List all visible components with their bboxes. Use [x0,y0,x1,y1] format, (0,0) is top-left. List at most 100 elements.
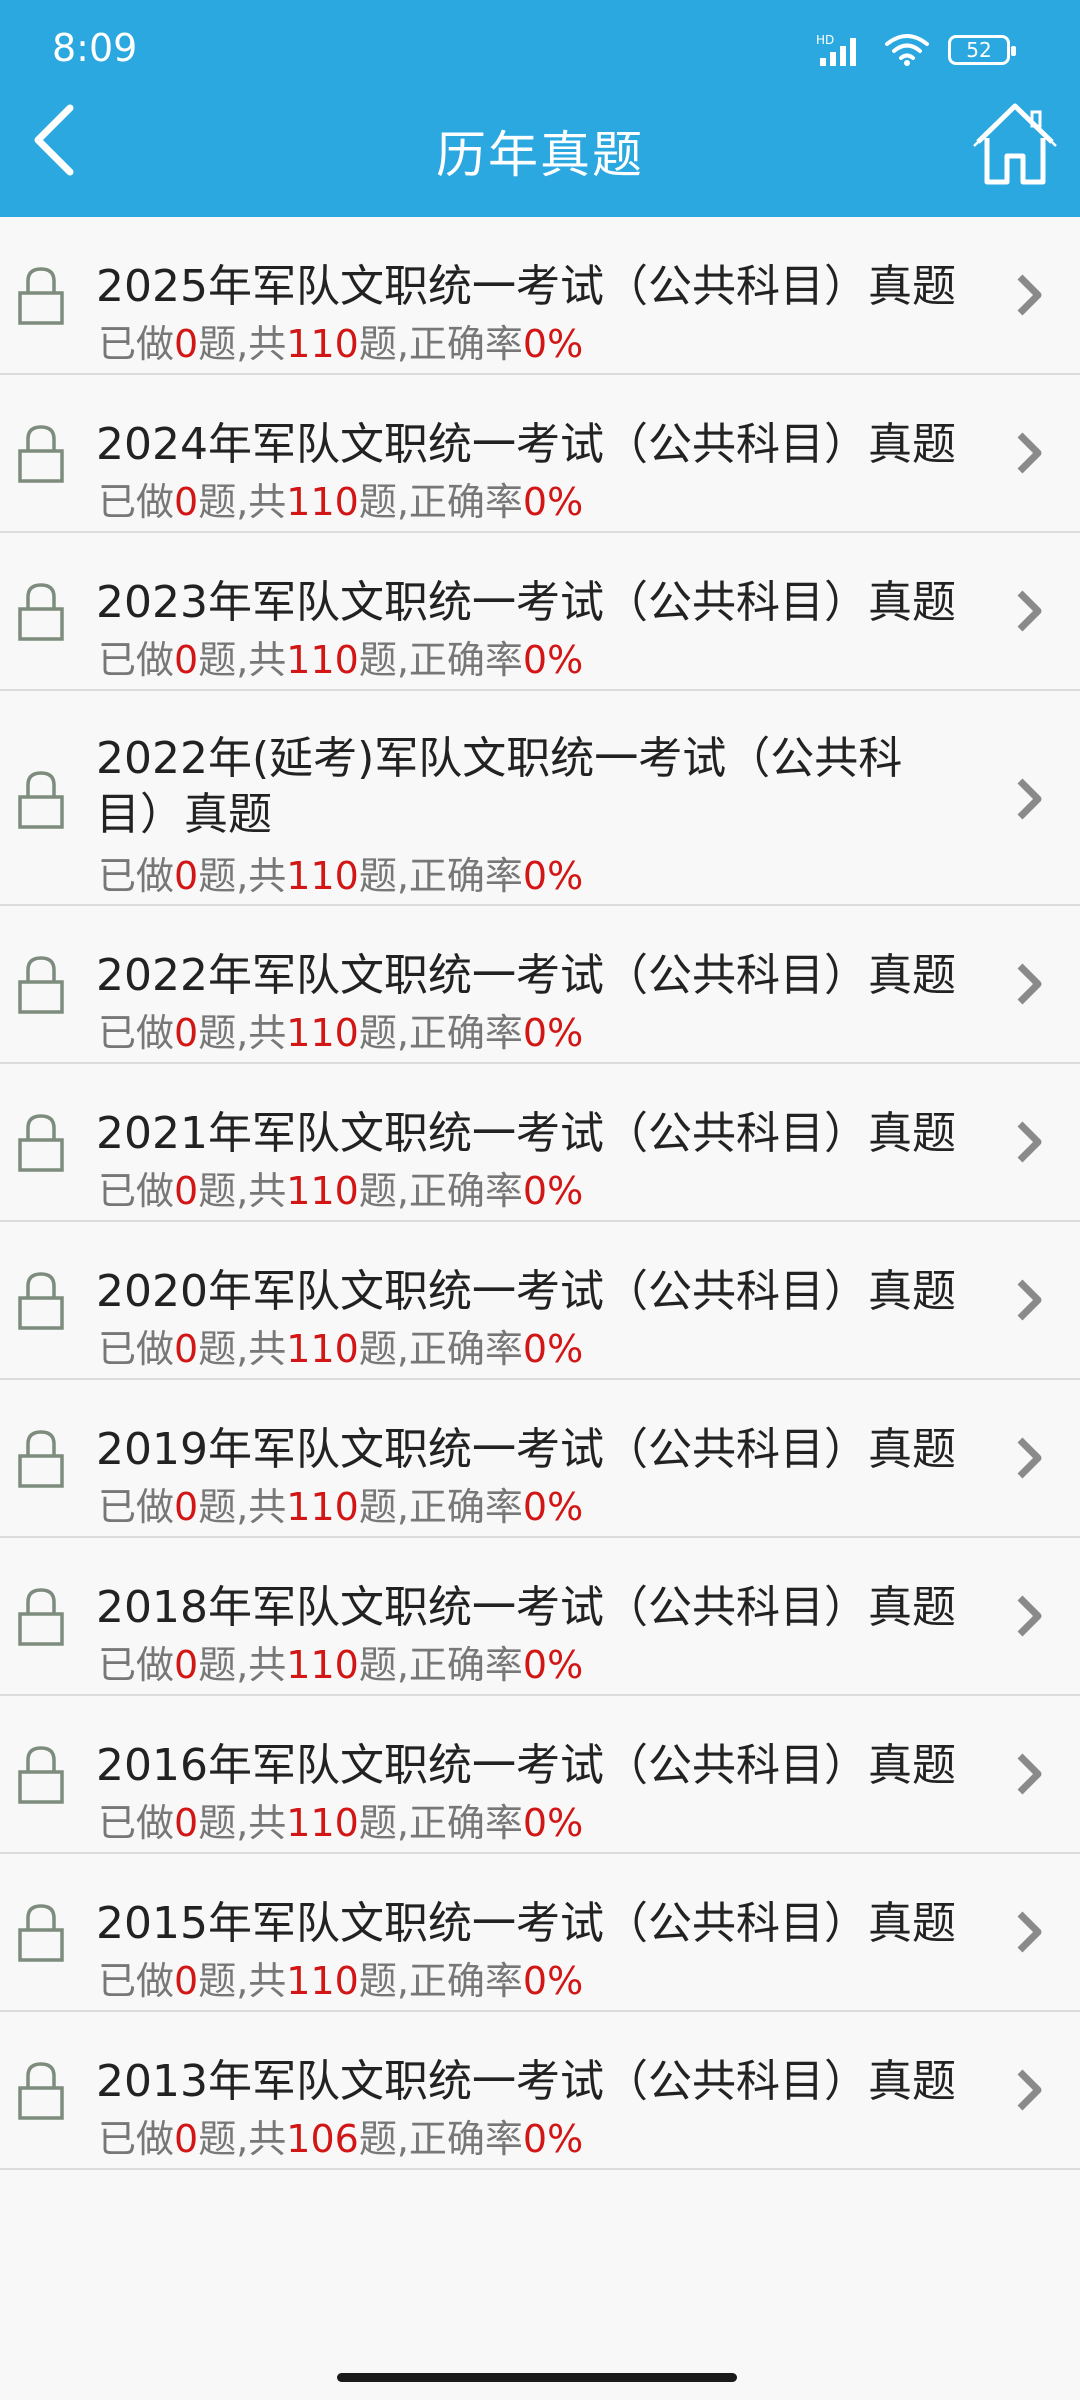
stats-total-suffix: 题,正确率 [358,1485,523,1529]
stats-done-count: 0 [174,322,199,366]
stats-accuracy: 0% [522,1011,584,1055]
lock-icon [18,956,64,1014]
stats-done-suffix: 题,共 [198,1643,287,1687]
stats-done-count: 0 [174,638,199,682]
stats-done-count: 0 [174,854,199,898]
stats-total-count: 110 [286,1327,359,1371]
chevron-right-icon [1017,2069,1042,2111]
exam-title: 2023年军队文职统一考试（公共科目）真题 [96,577,956,628]
stats-total-suffix: 题,正确率 [358,322,523,366]
stats-total-count: 110 [286,1011,359,1055]
stats-done-suffix: 题,共 [198,638,287,682]
stats-done-count: 0 [174,1801,199,1845]
status-icons: HD 52 [816,30,1016,70]
stats-done-prefix: 已做 [98,1485,175,1529]
exam-list-item[interactable]: 2024年军队文职统一考试（公共科目）真题 已做0题,共110题,正确率0% [0,375,1080,533]
stats-accuracy: 0% [522,480,584,524]
stats-done-suffix: 题,共 [198,480,287,524]
exam-list-item[interactable]: 2025年军队文职统一考试（公共科目）真题 已做0题,共110题,正确率0% [0,217,1080,375]
exam-list-item[interactable]: 2013年军队文职统一考试（公共科目）真题 已做0题,共106题,正确率0% [0,2012,1080,2170]
stats-total-count: 110 [286,1169,359,1213]
exam-stats: 已做0题,共110题,正确率0% [98,1318,583,1373]
stats-done-suffix: 题,共 [198,1801,287,1845]
exam-stats: 已做0题,共110题,正确率0% [98,1950,583,2005]
stats-done-prefix: 已做 [98,1801,175,1845]
chevron-right-icon [1017,432,1042,474]
stats-total-count: 110 [286,1485,359,1529]
stats-done-count: 0 [174,1959,199,2003]
stats-done-suffix: 题,共 [198,1169,287,1213]
chevron-right-icon [1017,1595,1042,1637]
stats-done-prefix: 已做 [98,638,175,682]
chevron-right-icon [1017,1911,1042,1953]
stats-done-prefix: 已做 [98,1327,175,1371]
exam-title: 2021年军队文职统一考试（公共科目）真题 [96,1108,956,1159]
exam-title: 2025年军队文职统一考试（公共科目）真题 [96,261,956,312]
stats-total-count: 110 [286,638,359,682]
stats-done-prefix: 已做 [98,1011,175,1055]
signal-label: HD [816,33,834,47]
exam-title: 2018年军队文职统一考试（公共科目）真题 [96,1582,956,1633]
chevron-right-icon [1017,1753,1042,1795]
lock-icon [18,2062,64,2120]
stats-done-count: 0 [174,1643,199,1687]
exam-title: 2019年军队文职统一考试（公共科目）真题 [96,1424,956,1475]
lock-icon [18,1114,64,1172]
exam-list: 2025年军队文职统一考试（公共科目）真题 已做0题,共110题,正确率0% 202… [0,217,1080,2170]
exam-stats: 已做0题,共110题,正确率0% [98,471,583,526]
stats-done-suffix: 题,共 [198,1011,287,1055]
exam-list-item[interactable]: 2021年军队文职统一考试（公共科目）真题 已做0题,共110题,正确率0% [0,1064,1080,1222]
stats-accuracy: 0% [522,2117,584,2161]
exam-stats: 已做0题,共110题,正确率0% [98,1792,583,1847]
chevron-right-icon [1017,963,1042,1005]
chevron-right-icon [1017,274,1042,316]
home-indicator[interactable] [337,2373,737,2382]
stats-accuracy: 0% [522,1643,584,1687]
app-header: 8:09 HD 52 历年真题 [0,0,1080,217]
chevron-right-icon [1017,1279,1042,1321]
stats-accuracy: 0% [522,1959,584,2003]
lock-icon [18,1746,64,1804]
stats-accuracy: 0% [522,854,584,898]
exam-title: 2013年军队文职统一考试（公共科目）真题 [96,2056,956,2107]
exam-stats: 已做0题,共110题,正确率0% [98,1160,583,1215]
chevron-right-icon [1017,778,1042,820]
stats-accuracy: 0% [522,1485,584,1529]
stats-total-suffix: 题,正确率 [358,1327,523,1371]
stats-done-prefix: 已做 [98,1959,175,2003]
status-time: 8:09 [52,26,138,70]
lock-icon [18,771,64,829]
exam-list-item[interactable]: 2020年军队文职统一考试（公共科目）真题 已做0题,共110题,正确率0% [0,1222,1080,1380]
stats-done-count: 0 [174,1169,199,1213]
wifi-icon [885,34,929,66]
stats-total-suffix: 题,正确率 [358,1643,523,1687]
lock-icon [18,1272,64,1330]
home-button[interactable] [970,98,1060,188]
stats-done-prefix: 已做 [98,1169,175,1213]
stats-total-suffix: 题,正确率 [358,1011,523,1055]
stats-done-suffix: 题,共 [198,854,287,898]
exam-list-item[interactable]: 2022年军队文职统一考试（公共科目）真题 已做0题,共110题,正确率0% [0,906,1080,1064]
stats-done-suffix: 题,共 [198,2117,287,2161]
lock-icon [18,583,64,641]
chevron-right-icon [1017,590,1042,632]
exam-title: 2022年军队文职统一考试（公共科目）真题 [96,950,956,1001]
exam-list-item[interactable]: 2023年军队文职统一考试（公共科目）真题 已做0题,共110题,正确率0% [0,533,1080,691]
lock-icon [18,1904,64,1962]
stats-done-suffix: 题,共 [198,322,287,366]
exam-list-item[interactable]: 2015年军队文职统一考试（公共科目）真题 已做0题,共110题,正确率0% [0,1854,1080,2012]
exam-title: 2024年军队文职统一考试（公共科目）真题 [96,419,956,470]
stats-done-suffix: 题,共 [198,1327,287,1371]
exam-list-item[interactable]: 2016年军队文职统一考试（公共科目）真题 已做0题,共110题,正确率0% [0,1696,1080,1854]
exam-list-item[interactable]: 2022年(延考)军队文职统一考试（公共科目）真题 已做0题,共110题,正确率0… [0,691,1080,906]
stats-accuracy: 0% [522,322,584,366]
stats-total-count: 106 [286,2117,359,2161]
exam-list-item[interactable]: 2018年军队文职统一考试（公共科目）真题 已做0题,共110题,正确率0% [0,1538,1080,1696]
stats-done-count: 0 [174,480,199,524]
stats-accuracy: 0% [522,1801,584,1845]
exam-stats: 已做0题,共110题,正确率0% [98,1476,583,1531]
battery-icon: 52 [948,35,1016,65]
stats-total-suffix: 题,正确率 [358,1801,523,1845]
stats-total-suffix: 题,正确率 [358,2117,523,2161]
exam-list-item[interactable]: 2019年军队文职统一考试（公共科目）真题 已做0题,共110题,正确率0% [0,1380,1080,1538]
